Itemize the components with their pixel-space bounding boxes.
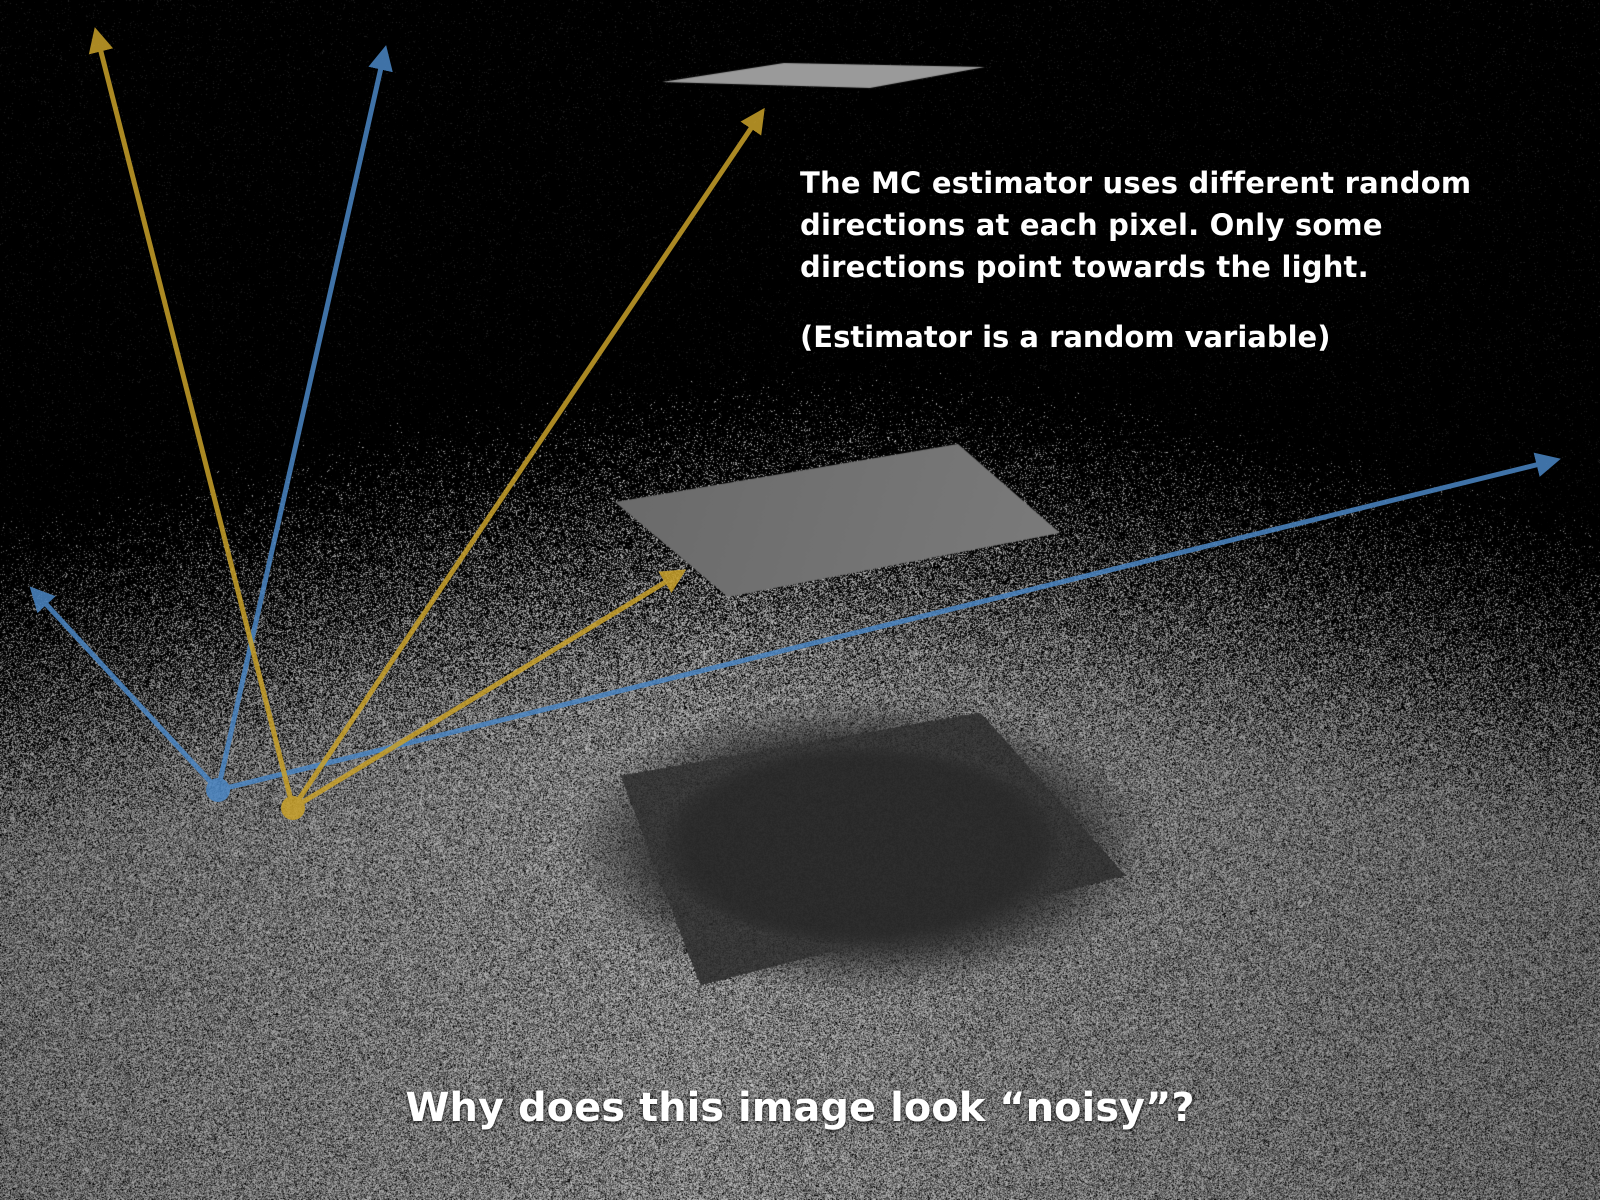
explanation-text: The MC estimator uses different random d… <box>800 166 1472 284</box>
yellow-ray-group <box>88 27 765 820</box>
question-text: Why does this image look “noisy”? <box>405 1085 1195 1131</box>
blue-ray-up-left <box>29 586 220 792</box>
yellow-ray-to-light <box>290 107 765 810</box>
blue-ray-up <box>215 45 393 791</box>
yellow-ray-origin <box>281 796 305 820</box>
blue-ray-origin <box>206 778 230 802</box>
slide: The MC estimator uses different random d… <box>0 0 1600 1200</box>
note-text: (Estimator is a random variable) <box>800 320 1331 354</box>
